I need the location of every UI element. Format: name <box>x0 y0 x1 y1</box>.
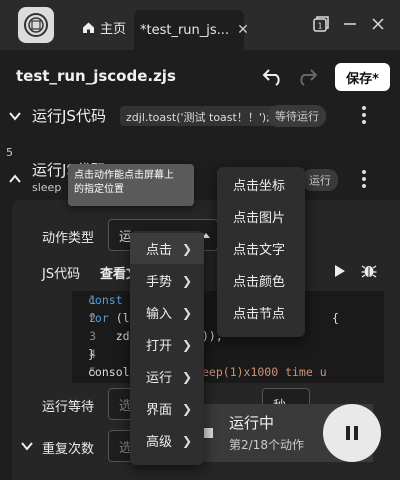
menu-item-input[interactable]: 输入 ❯ <box>130 297 204 328</box>
tooltip-line: 点击动作能点击屏幕上 <box>74 170 174 181</box>
chevron-up-icon[interactable] <box>8 172 22 186</box>
menu-item-open[interactable]: 打开 ❯ <box>130 329 204 360</box>
chevron-right-icon: ❯ <box>181 337 192 352</box>
code-line: zd <box>88 329 130 343</box>
click-submenu: 点击坐标 点击图片 点击文字 点击颜色 点击节点 <box>217 167 305 337</box>
redo-icon[interactable] <box>296 66 318 86</box>
action-type-label: 动作类型 <box>42 231 95 246</box>
step-row-expanded[interactable]: 运行JS代码 sleep 运行 <box>0 156 400 200</box>
submenu-item-click-color[interactable]: 点击颜色 <box>217 265 305 296</box>
menu-item-ui[interactable]: 界面 ❯ <box>130 393 204 424</box>
minimize-button[interactable] <box>340 14 360 34</box>
chevron-right-icon: ❯ <box>181 305 192 320</box>
action-category-menu: 点击 ❯ 手势 ❯ 输入 ❯ 打开 ❯ 运行 ❯ 界面 ❯ 高级 ❯ <box>130 231 204 465</box>
code-line: for (l <box>88 311 130 325</box>
run-wait-label: 运行等待 <box>42 400 95 415</box>
close-tab-icon[interactable]: ✕ <box>237 22 249 38</box>
tab-home[interactable]: 主页 <box>72 10 134 44</box>
menu-item-advanced[interactable]: 高级 ❯ <box>130 425 204 456</box>
stop-icon[interactable] <box>203 428 213 438</box>
app-logo-icon <box>18 7 54 43</box>
run-progress-text: 第2/18个动作 <box>229 438 304 452</box>
title-bar: 主页 *test_run_js... ✕ 1 <box>0 0 400 50</box>
submenu-item-click-text[interactable]: 点击文字 <box>217 233 305 264</box>
pause-icon <box>346 426 358 440</box>
task-count-badge: 1 <box>317 22 322 31</box>
code-line: const <box>88 293 123 307</box>
tab-home-label: 主页 <box>100 21 127 37</box>
js-code-label: JS代码 <box>42 267 81 282</box>
chevron-right-icon: ❯ <box>181 273 192 288</box>
step-title: 运行JS代码 <box>32 107 106 125</box>
chevron-right-icon: ❯ <box>181 369 192 384</box>
submenu-item-click-coordinate[interactable]: 点击坐标 <box>217 169 305 200</box>
chevron-down-icon[interactable] <box>8 109 22 123</box>
repeat-count-label: 重复次数 <box>42 442 95 457</box>
file-name: test_run_jscode.zjs <box>16 67 176 85</box>
close-window-button[interactable] <box>368 14 388 34</box>
submenu-item-click-image[interactable]: 点击图片 <box>217 201 305 232</box>
more-options-icon[interactable] <box>361 106 367 124</box>
step-row[interactable]: 运行JS代码 zdjl.toast('测试 toast！！'); sle 等待运… <box>0 102 400 142</box>
menu-item-click[interactable]: 点击 ❯ <box>130 233 204 264</box>
home-icon <box>83 22 94 33</box>
save-button[interactable]: 保存* <box>335 63 390 91</box>
wait-badge: 等待运行 <box>268 105 326 127</box>
tooltip-line: 的指定位置 <box>74 184 124 195</box>
close-icon <box>372 18 384 30</box>
undo-icon[interactable] <box>262 66 284 86</box>
chevron-right-icon: ❯ <box>181 433 192 448</box>
pause-button[interactable] <box>323 404 381 462</box>
editor-toolbar: test_run_jscode.zjs 保存* <box>0 50 400 102</box>
code-line: { <box>332 311 339 325</box>
tab-file[interactable]: *test_run_js... ✕ <box>134 10 249 50</box>
code-line: consol <box>88 365 130 379</box>
submenu-item-click-node[interactable]: 点击节点 <box>217 297 305 328</box>
more-options-icon[interactable] <box>361 170 367 188</box>
run-status-title: 运行中 <box>229 414 275 432</box>
code-preview: zdjl.toast('测试 toast！！'); sle <box>120 106 280 126</box>
task-count-icon[interactable]: 1 <box>311 14 331 34</box>
code-line: eep(1)x1000 time u <box>202 365 327 379</box>
menu-item-gesture[interactable]: 手势 ❯ <box>130 265 204 296</box>
minimize-icon <box>344 23 356 25</box>
menu-item-run[interactable]: 运行 ❯ <box>130 361 204 392</box>
code-preview: sleep <box>32 181 62 194</box>
chevron-right-icon: ❯ <box>181 241 192 256</box>
tab-file-label: *test_run_js... <box>140 22 230 38</box>
code-line: } <box>88 347 95 361</box>
chevron-down-icon[interactable] <box>20 439 34 453</box>
action-tooltip: 点击动作能点击屏幕上 的指定位置 <box>68 164 194 206</box>
debug-bug-icon[interactable] <box>361 262 377 278</box>
wait-badge: 运行 <box>302 169 338 191</box>
chevron-right-icon: ❯ <box>181 401 192 416</box>
play-icon[interactable] <box>334 264 346 278</box>
